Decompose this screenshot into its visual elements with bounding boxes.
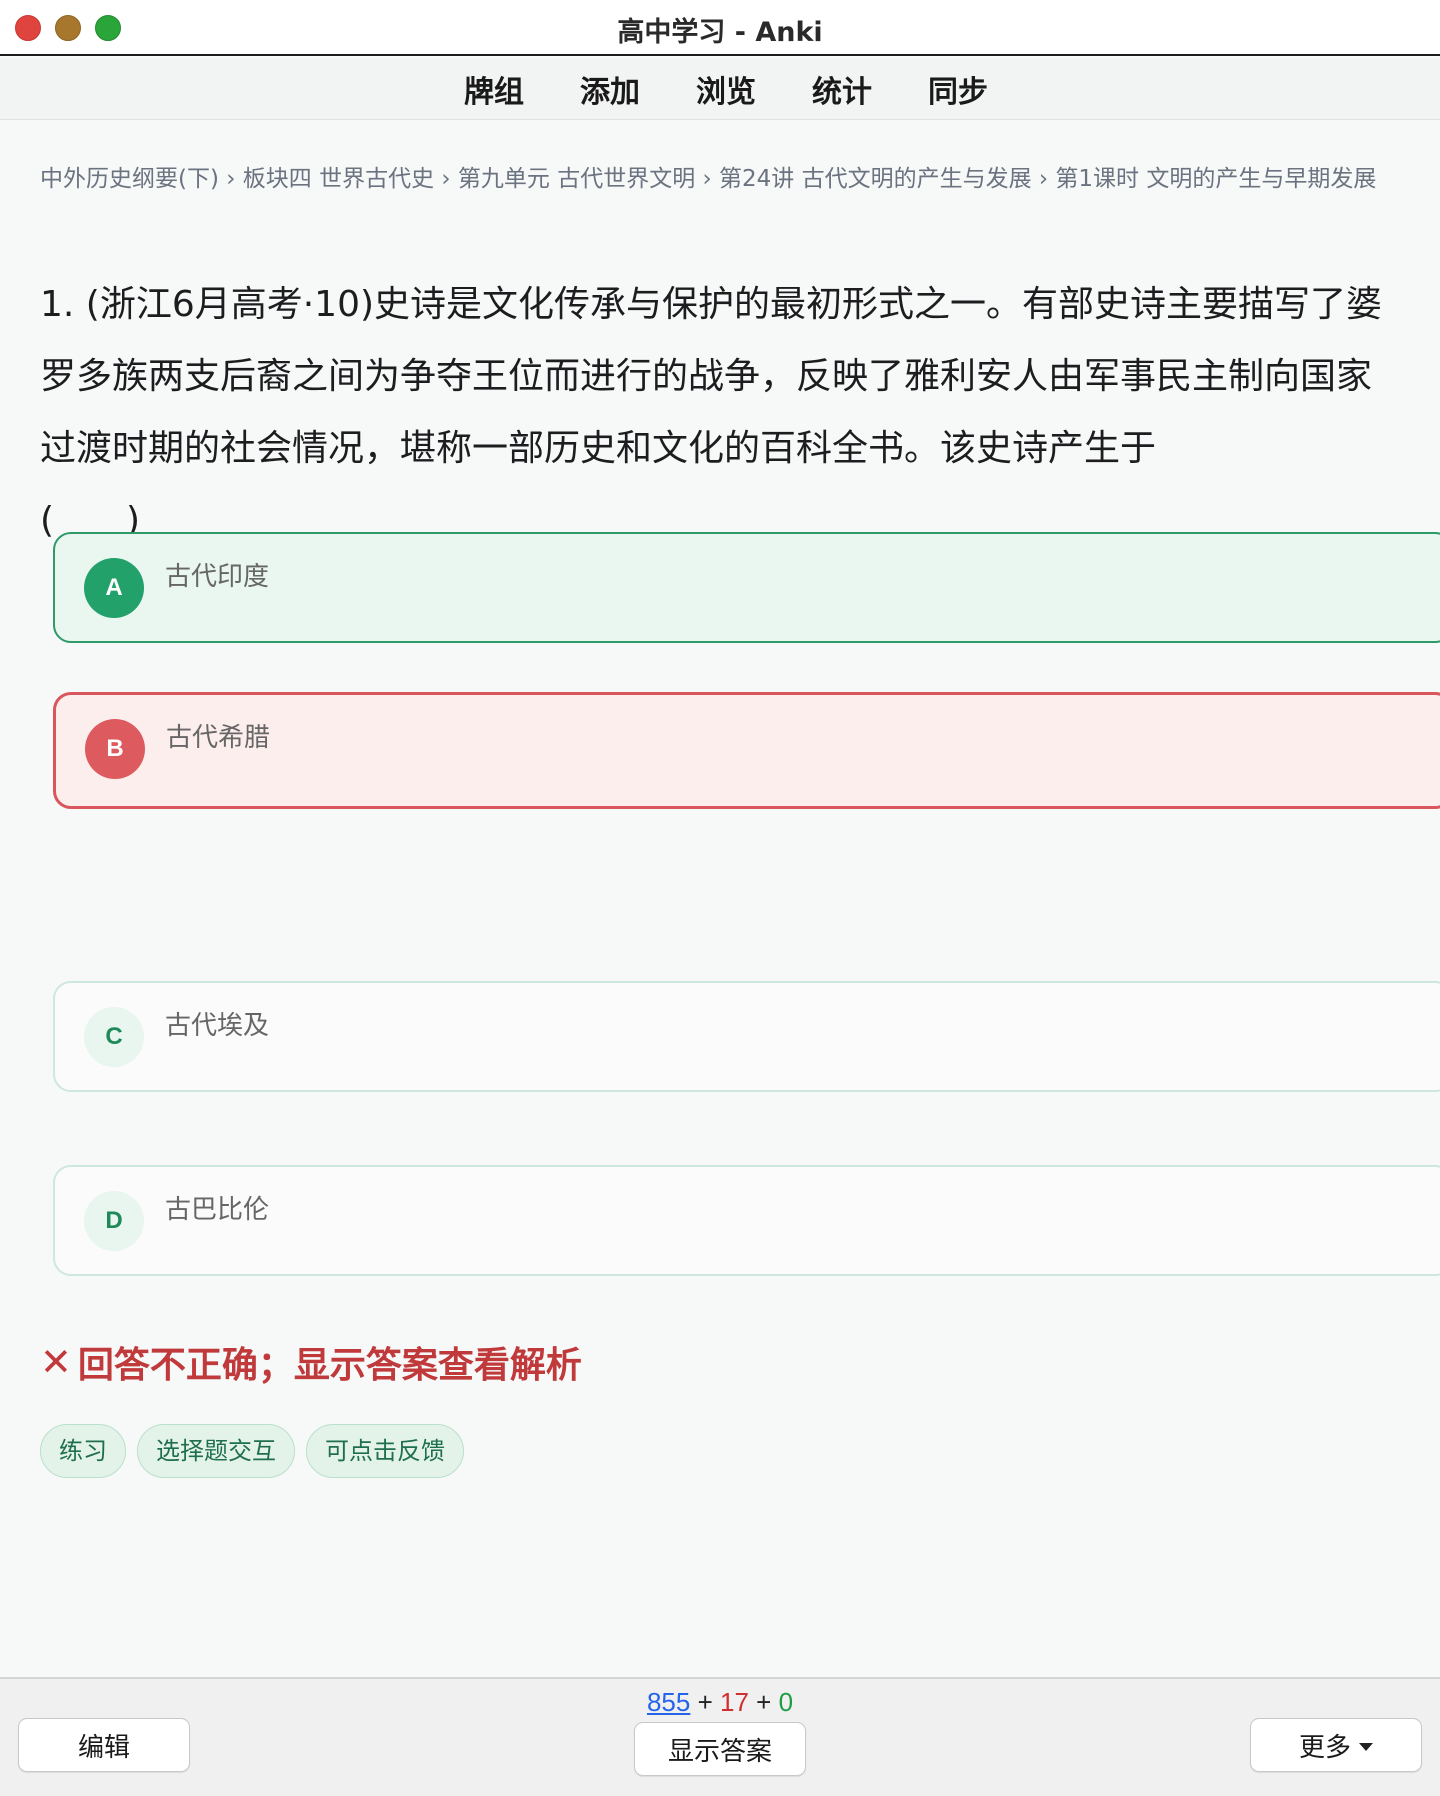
card-content: 中外历史纲要(下) › 板块四 世界古代史 › 第九单元 古代世界文明 › 第2… (0, 121, 1440, 1677)
show-answer-button[interactable]: 显示答案 (634, 1722, 806, 1776)
option-b[interactable]: B 古代希腊 (53, 692, 1440, 809)
toolbar-add[interactable]: 添加 (580, 67, 640, 111)
count-separator: + (748, 1687, 779, 1717)
caret-down-icon (1359, 1743, 1373, 1751)
option-d[interactable]: D 古巴比伦 (53, 1165, 1440, 1276)
question-stem: 1. (浙江6月高考·10)史诗是文化传承与保护的最初形式之一。有部史诗主要描写… (40, 284, 1383, 469)
tag-list: 练习 选择题交互 可点击反馈 (40, 1424, 464, 1478)
anki-window: 高中学习 - Anki 牌组 添加 浏览 统计 同步 中外历史纲要(下) › 板… (0, 0, 1440, 1796)
title-bar: 高中学习 - Anki (0, 0, 1440, 56)
learn-count: 17 (720, 1687, 749, 1717)
question-text: 1. (浙江6月高考·10)史诗是文化传承与保护的最初形式之一。有部史诗主要描写… (40, 269, 1400, 557)
toolbar-browse[interactable]: 浏览 (696, 67, 756, 111)
toolbar-stats[interactable]: 统计 (812, 67, 872, 111)
review-bottom-bar: 855 + 17 + 0 编辑 显示答案 更多 (0, 1677, 1440, 1796)
tag-clickable-feedback[interactable]: 可点击反馈 (306, 1424, 464, 1478)
option-b-badge: B (85, 719, 145, 779)
new-count[interactable]: 855 (647, 1687, 690, 1717)
more-button-label: 更多 (1298, 1732, 1351, 1763)
option-c-badge: C (84, 1007, 144, 1067)
answer-feedback: ✕ 回答不正确；显示答案查看解析 (40, 1336, 582, 1388)
review-count: 0 (778, 1687, 794, 1717)
option-a-badge: A (84, 558, 144, 618)
edit-button-label: 编辑 (77, 1732, 130, 1763)
edit-button[interactable]: 编辑 (18, 1718, 190, 1772)
option-a[interactable]: A 古代印度 (53, 532, 1440, 643)
tag-choice-interaction[interactable]: 选择题交互 (137, 1424, 295, 1478)
option-d-text: 古巴比伦 (165, 1195, 270, 1225)
feedback-text: 回答不正确；显示答案查看解析 (77, 1345, 582, 1386)
window-title: 高中学习 - Anki (617, 17, 823, 48)
option-a-text: 古代印度 (165, 562, 270, 592)
more-button[interactable]: 更多 (1250, 1718, 1422, 1772)
toolbar-decks[interactable]: 牌组 (464, 67, 524, 111)
option-d-badge: D (84, 1191, 144, 1251)
main-toolbar: 牌组 添加 浏览 统计 同步 (0, 58, 1440, 120)
due-counts: 855 + 17 + 0 (0, 1687, 1440, 1718)
option-b-text: 古代希腊 (166, 723, 271, 753)
tag-practice[interactable]: 练习 (40, 1424, 126, 1478)
show-answer-label: 显示答案 (667, 1736, 772, 1767)
count-separator: + (690, 1687, 720, 1717)
option-c[interactable]: C 古代埃及 (53, 981, 1440, 1092)
option-c-text: 古代埃及 (165, 1011, 270, 1041)
incorrect-x-icon: ✕ (40, 1340, 72, 1384)
toolbar-sync[interactable]: 同步 (928, 67, 988, 111)
breadcrumb: 中外历史纲要(下) › 板块四 世界古代史 › 第九单元 古代世界文明 › 第2… (40, 166, 1377, 192)
